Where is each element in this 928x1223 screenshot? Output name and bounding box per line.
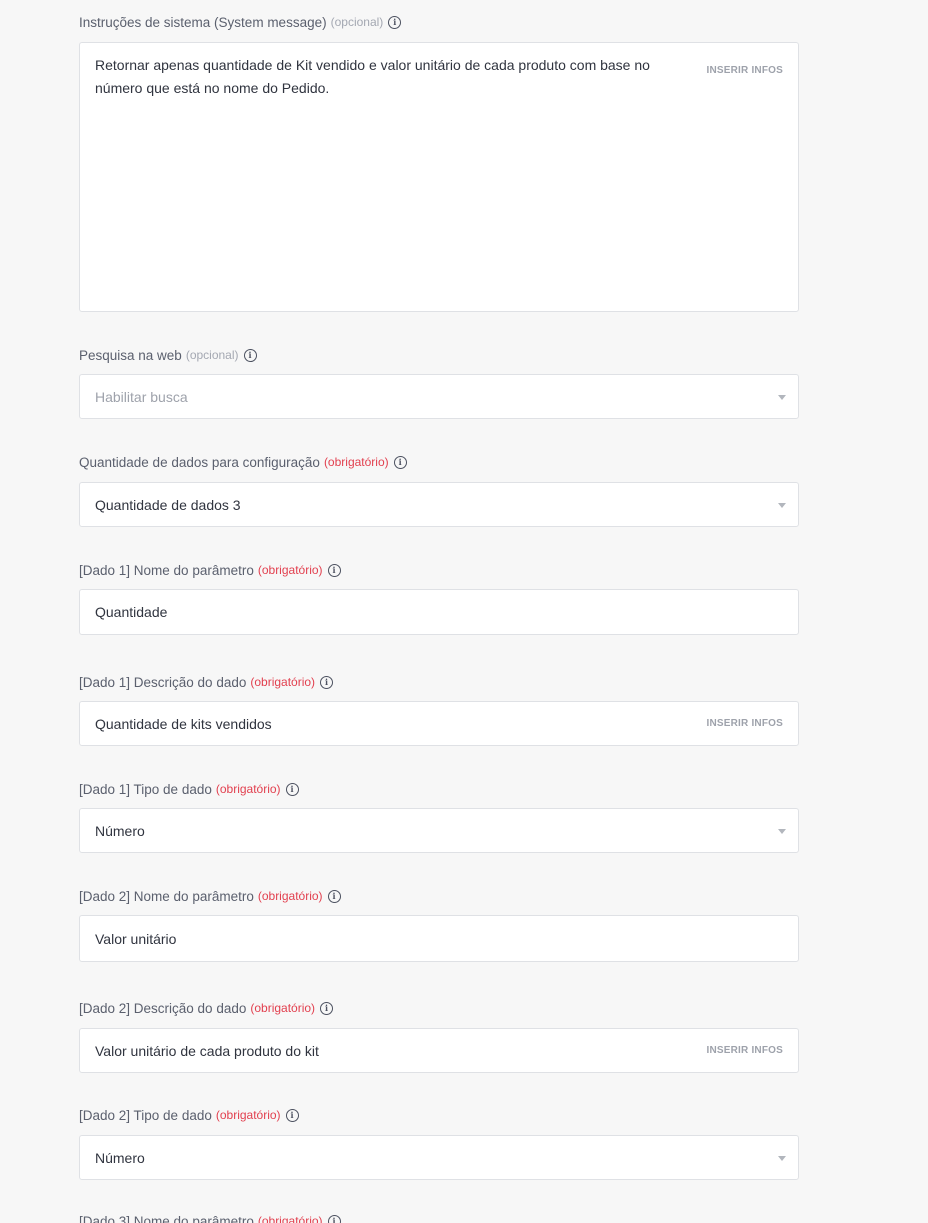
info-icon[interactable]: i — [327, 889, 341, 903]
insert-info-button[interactable]: INSERIR INFOS — [707, 59, 784, 82]
system-message-textarea[interactable]: Retornar apenas quantidade de Kit vendid… — [79, 42, 799, 312]
info-icon[interactable]: i — [320, 1001, 334, 1015]
dado2-desc-input[interactable]: Valor unitário de cada produto do kit IN… — [79, 1028, 799, 1073]
info-icon[interactable]: i — [327, 1214, 341, 1223]
dado2-tipo-label: [Dado 2] Tipo de dado (obrigatório) i — [79, 1107, 799, 1123]
info-icon[interactable]: i — [327, 563, 341, 577]
system-message-label: Instruções de sistema (System message) (… — [79, 14, 799, 30]
info-icon[interactable]: i — [388, 15, 402, 29]
dado3-nome-label: [Dado 3] Nome do parâmetro (obrigatório)… — [79, 1213, 799, 1223]
dado2-tipo-field: [Dado 2] Tipo de dado (obrigatório) i Nú… — [79, 1107, 799, 1180]
system-message-field: Instruções de sistema (System message) (… — [79, 14, 799, 312]
dado1-tipo-select[interactable]: Número — [79, 808, 799, 853]
info-icon[interactable]: i — [285, 782, 299, 796]
chevron-down-icon — [778, 828, 786, 834]
chevron-down-icon — [778, 1155, 786, 1161]
data-count-field: Quantidade de dados para configuração (o… — [79, 454, 799, 527]
web-search-label: Pesquisa na web (opcional) i — [79, 347, 799, 363]
chevron-down-icon — [778, 502, 786, 508]
dado1-nome-label: [Dado 1] Nome do parâmetro (obrigatório)… — [79, 562, 799, 578]
dado1-desc-field: [Dado 1] Descrição do dado (obrigatório)… — [79, 674, 799, 746]
dado2-nome-field: [Dado 2] Nome do parâmetro (obrigatório)… — [79, 888, 799, 962]
dado3-nome-field: [Dado 3] Nome do parâmetro (obrigatório)… — [79, 1213, 799, 1223]
dado2-tipo-select[interactable]: Número — [79, 1135, 799, 1180]
insert-info-button[interactable]: INSERIR INFOS — [707, 718, 784, 729]
dado1-desc-label: [Dado 1] Descrição do dado (obrigatório)… — [79, 674, 799, 690]
info-icon[interactable]: i — [285, 1108, 299, 1122]
web-search-field: Pesquisa na web (opcional) i Habilitar b… — [79, 347, 799, 419]
web-search-select[interactable]: Habilitar busca — [79, 374, 799, 419]
info-icon[interactable]: i — [243, 348, 257, 362]
dado1-tipo-label: [Dado 1] Tipo de dado (obrigatório) i — [79, 781, 799, 797]
data-count-select[interactable]: Quantidade de dados 3 — [79, 482, 799, 527]
data-count-label: Quantidade de dados para configuração (o… — [79, 454, 799, 470]
info-icon[interactable]: i — [320, 675, 334, 689]
dado1-desc-input[interactable]: Quantidade de kits vendidos INSERIR INFO… — [79, 701, 799, 746]
dado2-desc-label: [Dado 2] Descrição do dado (obrigatório)… — [79, 1000, 799, 1016]
dado1-nome-input[interactable]: Quantidade — [79, 589, 799, 635]
dado2-desc-field: [Dado 2] Descrição do dado (obrigatório)… — [79, 1000, 799, 1073]
chevron-down-icon — [778, 394, 786, 400]
dado2-nome-input[interactable]: Valor unitário — [79, 915, 799, 962]
info-icon[interactable]: i — [393, 455, 407, 469]
insert-info-button[interactable]: INSERIR INFOS — [707, 1045, 784, 1056]
dado2-nome-label: [Dado 2] Nome do parâmetro (obrigatório)… — [79, 888, 799, 904]
dado1-nome-field: [Dado 1] Nome do parâmetro (obrigatório)… — [79, 562, 799, 635]
dado1-tipo-field: [Dado 1] Tipo de dado (obrigatório) i Nú… — [79, 781, 799, 853]
